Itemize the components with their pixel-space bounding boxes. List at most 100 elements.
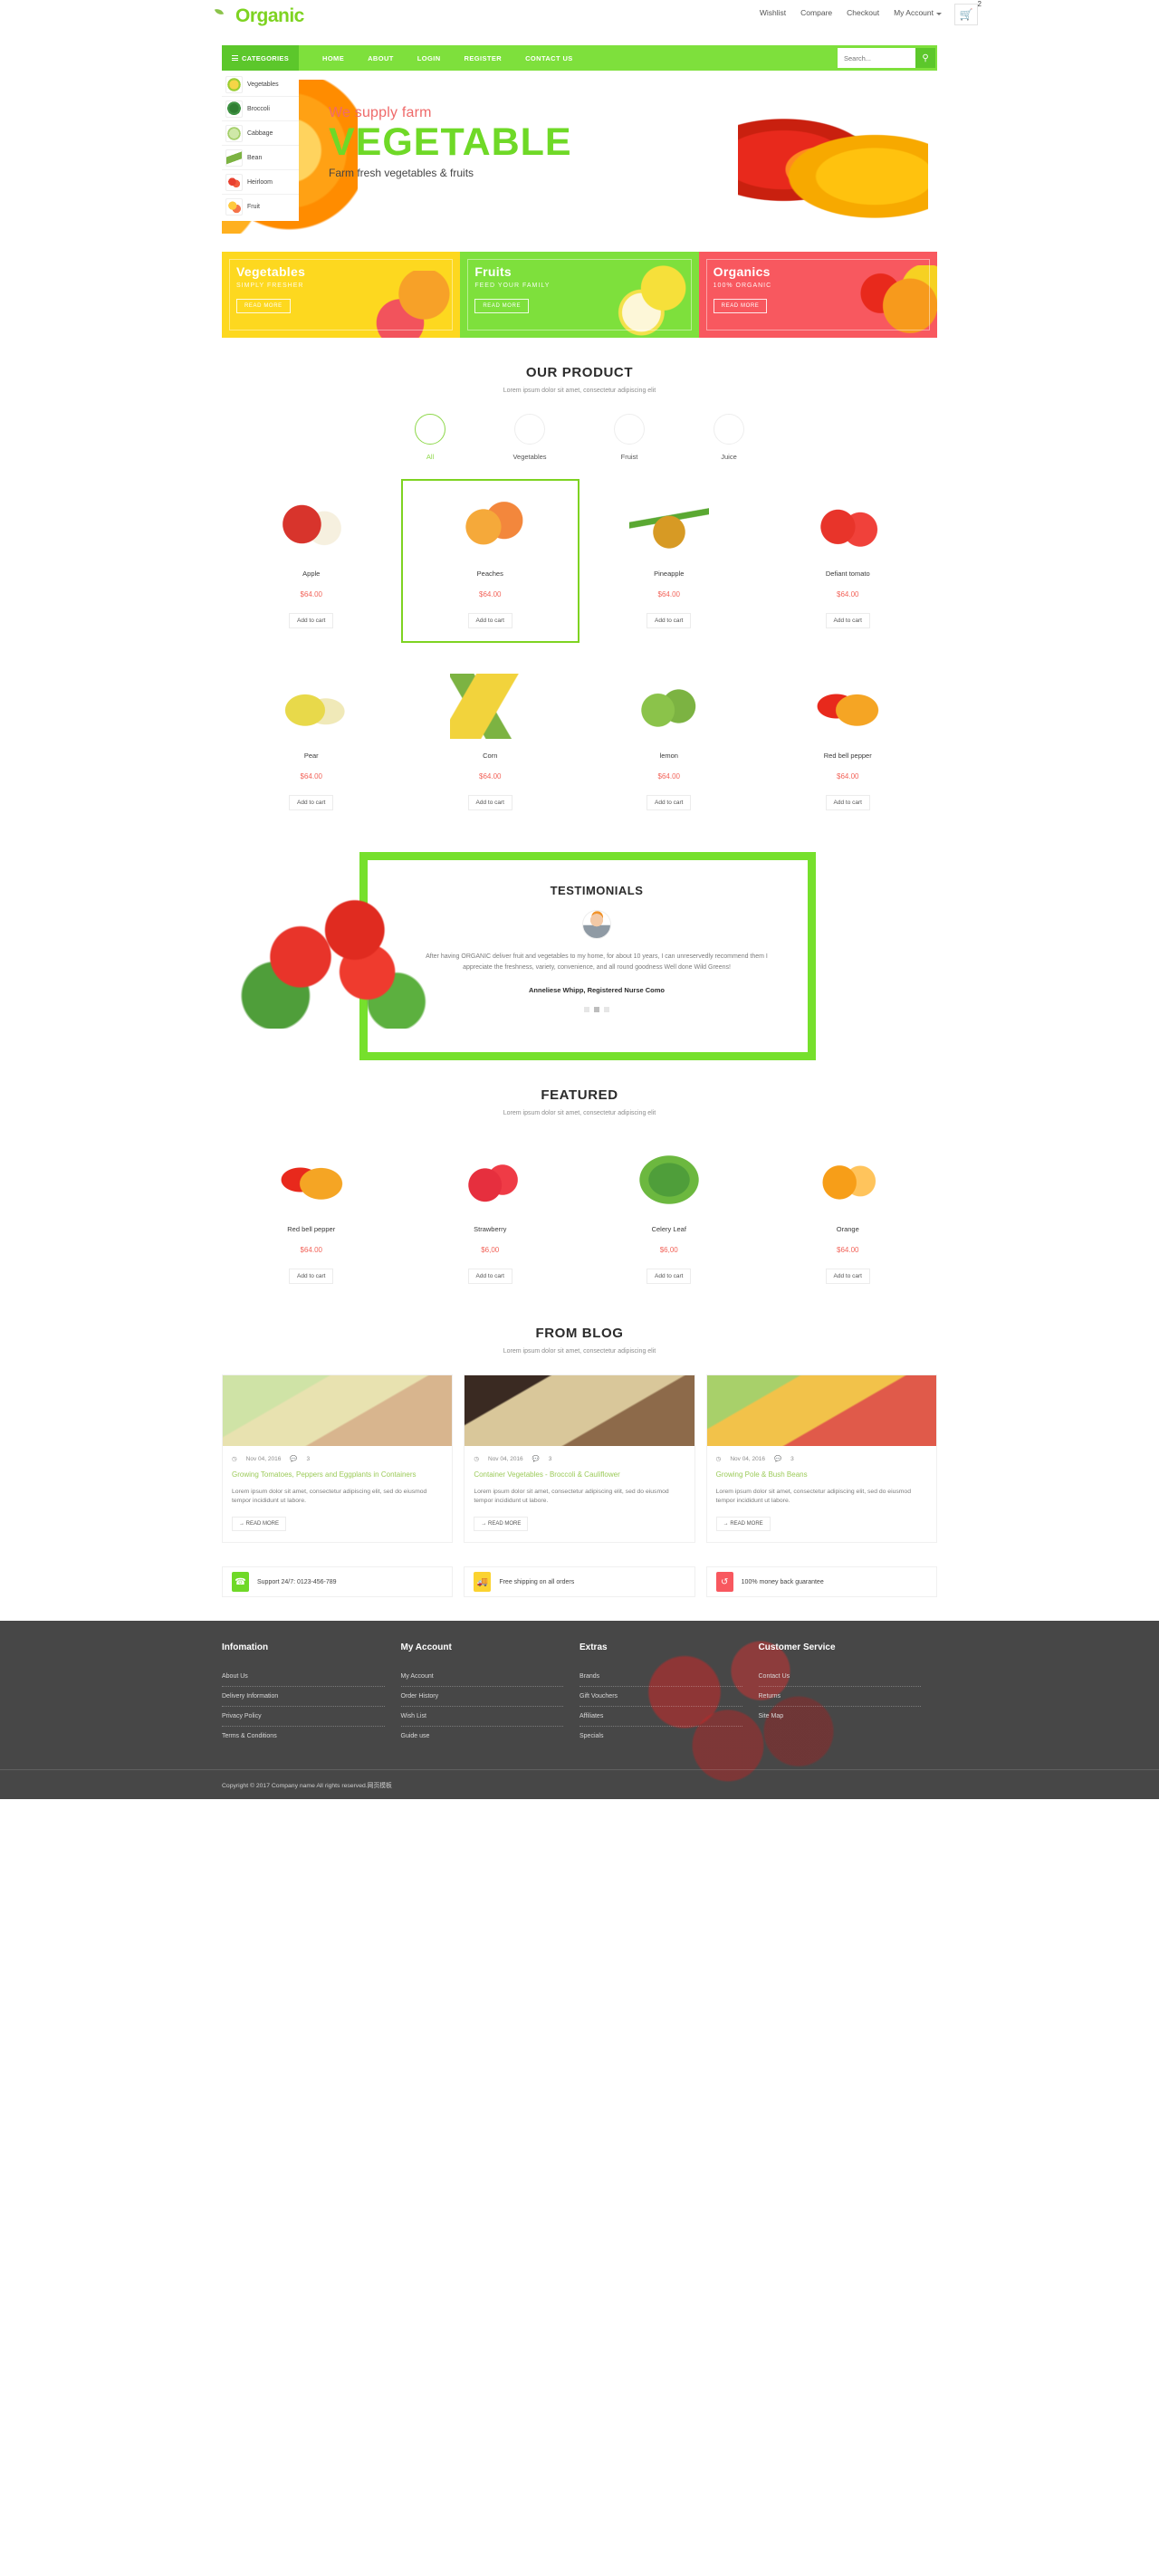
blog-comment-count: 3 bbox=[306, 1455, 311, 1462]
add-to-cart-button[interactable]: Add to cart bbox=[647, 613, 692, 628]
promo-card-fruits[interactable]: Fruits FEED YOUR FAMILY READ MORE bbox=[460, 252, 699, 338]
promo-card-organics[interactable]: Organics 100% ORGANIC READ MORE bbox=[698, 252, 937, 338]
blog-post-1[interactable]: ◷ Nov 04, 2016 💬 3 Growing Tomatoes, Peppe… bbox=[222, 1374, 454, 1544]
nav-checkout[interactable]: Checkout bbox=[847, 8, 879, 17]
product-card-peaches[interactable]: Peaches $64.00 Add to cart bbox=[400, 479, 580, 643]
cart-button[interactable]: 🛒 bbox=[954, 4, 978, 25]
footer-link-about-us[interactable]: About Us bbox=[222, 1667, 385, 1688]
nav-about[interactable]: ABOUT bbox=[368, 54, 394, 62]
site-logo[interactable]: Organic bbox=[214, 5, 304, 27]
nav-my-account[interactable]: My Account bbox=[894, 8, 942, 17]
blog-read-more-button[interactable]: → READ MORE bbox=[715, 1517, 771, 1532]
footer-link-privacy-policy[interactable]: Privacy Policy bbox=[222, 1707, 385, 1728]
footer-link-wish-list[interactable]: Wish List bbox=[400, 1707, 563, 1728]
footer-link-guide-use[interactable]: Guide use bbox=[401, 1727, 564, 1746]
section-subtitle: Lorem ipsum dolor sit amet, consectetur … bbox=[503, 1110, 656, 1116]
blog-thumbnail bbox=[465, 1375, 694, 1446]
carousel-dot[interactable] bbox=[604, 1006, 609, 1012]
promo-subtitle: SIMPLY FRESHER bbox=[236, 282, 304, 289]
search-button[interactable]: ⚲ bbox=[915, 48, 935, 68]
blog-read-more-button[interactable]: → READ MORE bbox=[232, 1517, 287, 1532]
product-card-pineapple[interactable]: Pineapple $64.00 Add to cart bbox=[580, 479, 759, 643]
tab-all[interactable]: All bbox=[405, 414, 455, 461]
featured-card-strawberry[interactable]: Strawberry $6,00 Add to cart bbox=[400, 1135, 580, 1298]
product-card-defiant-tomato[interactable]: Defiant tomato $64.00 Add to cart bbox=[758, 479, 937, 643]
product-name: Defiant tomato bbox=[825, 570, 870, 578]
promo-read-more-button[interactable]: READ MORE bbox=[236, 299, 291, 313]
footer-link-affiliates[interactable]: Affiliates bbox=[580, 1707, 742, 1728]
peppers-decoration-image bbox=[738, 110, 928, 228]
product-card-apple[interactable]: Apple $64.00 Add to cart bbox=[222, 479, 401, 643]
product-card-pear[interactable]: Pear $64.00 Add to cart bbox=[222, 661, 401, 825]
add-to-cart-button[interactable]: Add to cart bbox=[467, 613, 512, 628]
category-item-broccoli[interactable]: Broccoli bbox=[222, 97, 299, 121]
add-to-cart-button[interactable]: Add to cart bbox=[289, 1269, 334, 1284]
add-to-cart-button[interactable]: Add to cart bbox=[825, 613, 870, 628]
tab-juice[interactable]: Juice bbox=[704, 414, 754, 461]
promo-subtitle: FEED YOUR FAMILY bbox=[474, 282, 551, 289]
add-to-cart-button[interactable]: Add to cart bbox=[825, 795, 870, 810]
add-to-cart-button[interactable]: Add to cart bbox=[647, 795, 692, 810]
blog-post-2[interactable]: ◷ Nov 04, 2016 💬 3 Container Vegetables - … bbox=[464, 1374, 695, 1544]
clock-icon: ◷ bbox=[232, 1456, 237, 1462]
product-card-corn[interactable]: Corn $64.00 Add to cart bbox=[400, 661, 580, 825]
tab-fruist[interactable]: Fruist bbox=[604, 414, 655, 461]
product-card-lemon[interactable]: lemon $64.00 Add to cart bbox=[580, 661, 759, 825]
footer-link-delivery-information[interactable]: Delivery Information bbox=[222, 1687, 385, 1708]
tab-vegetables[interactable]: Vegetables bbox=[504, 414, 555, 461]
nav-wishlist[interactable]: Wishlist bbox=[760, 8, 786, 17]
nav-login[interactable]: LOGIN bbox=[417, 54, 441, 62]
nav-contact-us[interactable]: CONTACT US bbox=[525, 54, 573, 62]
blog-date: Nov 04, 2016 bbox=[730, 1455, 765, 1462]
featured-card-celery-leaf[interactable]: Celery Leaf $6,00 Add to cart bbox=[580, 1135, 759, 1298]
blog-post-title[interactable]: Container Vegetables - Broccoli & Caulif… bbox=[474, 1470, 685, 1480]
category-item-vegetables[interactable]: Vegetables bbox=[222, 72, 299, 97]
nav-compare[interactable]: Compare bbox=[800, 8, 832, 17]
category-item-heirloom[interactable]: Heirloom bbox=[222, 170, 299, 195]
footer-link-site-map[interactable]: Site Map bbox=[759, 1707, 922, 1726]
peach-icon bbox=[614, 414, 645, 445]
categories-button[interactable]: CATEGORIES bbox=[222, 45, 299, 71]
category-item-cabbage[interactable]: Cabbage bbox=[222, 121, 299, 146]
add-to-cart-button[interactable]: Add to cart bbox=[289, 795, 334, 810]
blog-post-title[interactable]: Growing Pole & Bush Beans bbox=[716, 1470, 927, 1480]
footer-link-terms-conditions[interactable]: Terms & Conditions bbox=[222, 1727, 385, 1746]
featured-card-orange[interactable]: Orange $64.00 Add to cart bbox=[758, 1135, 937, 1298]
featured-grid: Red bell pepper $64.00 Add to cart Straw… bbox=[222, 1135, 937, 1298]
search-input[interactable] bbox=[838, 48, 915, 68]
nav-home[interactable]: HOME bbox=[322, 54, 344, 62]
blog-read-more-button[interactable]: → READ MORE bbox=[474, 1517, 529, 1532]
copyright-text: Copyright © 2017 Company name All rights… bbox=[222, 1783, 392, 1790]
featured-card-red-bell-pepper[interactable]: Red bell pepper $64.00 Add to cart bbox=[222, 1135, 401, 1298]
footer-link-specials[interactable]: Specials bbox=[580, 1727, 742, 1746]
category-label: Cabbage bbox=[247, 129, 273, 137]
footer-link-gift-vouchers[interactable]: Gift Vouchers bbox=[580, 1687, 742, 1708]
promo-card-vegetables[interactable]: Vegetables SIMPLY FRESHER READ MORE bbox=[222, 252, 461, 338]
product-price: $64.00 bbox=[837, 590, 859, 599]
add-to-cart-button[interactable]: Add to cart bbox=[467, 1269, 512, 1284]
tomatoes-decoration-image bbox=[238, 879, 446, 1029]
chevron-down-icon bbox=[936, 13, 942, 15]
add-to-cart-button[interactable]: Add to cart bbox=[825, 1269, 870, 1284]
add-to-cart-button[interactable]: Add to cart bbox=[289, 613, 334, 628]
blog-comment-count: 3 bbox=[548, 1455, 552, 1462]
carousel-dot-active[interactable] bbox=[594, 1006, 599, 1012]
category-item-bean[interactable]: Bean bbox=[222, 146, 299, 170]
carousel-dot[interactable] bbox=[584, 1006, 589, 1012]
blog-post-3[interactable]: ◷ Nov 04, 2016 💬 3 Growing Pole & Bush Bea… bbox=[705, 1374, 937, 1544]
nav-register[interactable]: REGISTER bbox=[465, 54, 503, 62]
blog-post-title[interactable]: Growing Tomatoes, Peppers and Eggplants … bbox=[232, 1470, 443, 1480]
product-filter-tabs: All Vegetables Fruist Juice bbox=[222, 414, 937, 461]
product-card-red-bell-pepper[interactable]: Red bell pepper $64.00 Add to cart bbox=[758, 661, 937, 825]
footer-link-contact-us[interactable]: Contact Us bbox=[758, 1667, 921, 1688]
promo-read-more-button[interactable]: READ MORE bbox=[474, 299, 530, 313]
footer-link-returns[interactable]: Returns bbox=[758, 1687, 921, 1708]
category-item-fruit[interactable]: Fruit bbox=[222, 195, 299, 219]
footer-link-order-history[interactable]: Order History bbox=[400, 1687, 563, 1708]
footer-link-my-account[interactable]: My Account bbox=[400, 1667, 563, 1688]
add-to-cart-button[interactable]: Add to cart bbox=[647, 1269, 692, 1284]
promo-read-more-button[interactable]: READ MORE bbox=[713, 299, 768, 313]
footer-link-brands[interactable]: Brands bbox=[580, 1667, 742, 1688]
add-to-cart-button[interactable]: Add to cart bbox=[467, 795, 512, 810]
copyright-bar: Copyright © 2017 Company name All rights… bbox=[0, 1769, 1159, 1799]
